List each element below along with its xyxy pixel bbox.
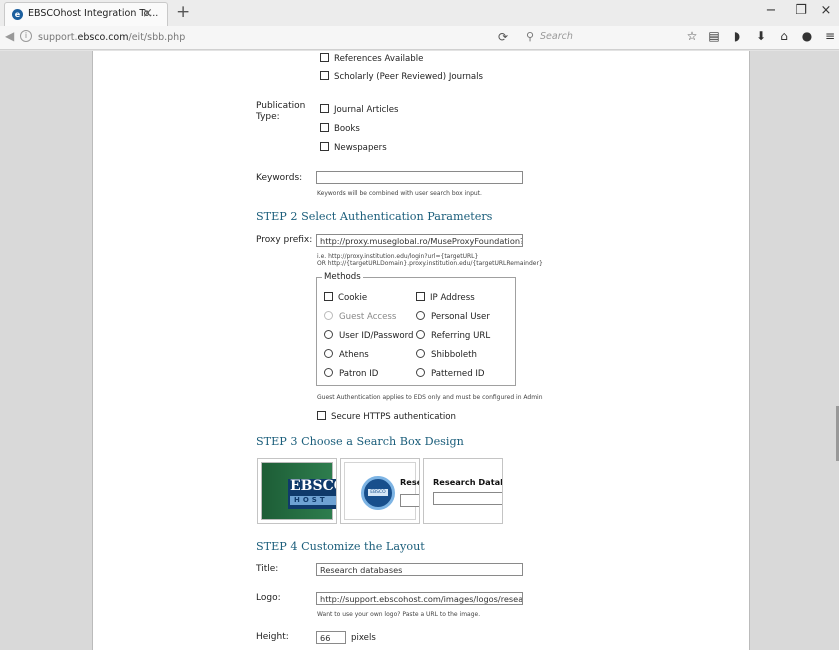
logo-label: Logo: xyxy=(256,593,281,603)
proxy-hint-1: i.e. http://proxy.institution.edu/login?… xyxy=(317,253,479,260)
shibboleth-radio[interactable]: Shibboleth xyxy=(416,349,477,360)
search-box-design-1[interactable]: EBSCO HOST xyxy=(257,458,337,524)
proxy-prefix-label: Proxy prefix: xyxy=(256,235,313,245)
search-placeholder: Search xyxy=(540,31,573,42)
height-label: Height: xyxy=(256,632,289,642)
url-prefix: support. xyxy=(38,32,78,43)
download-icon[interactable]: ⬇ xyxy=(752,29,770,43)
minimize-button[interactable]: − xyxy=(759,3,783,18)
bookmark-star-icon[interactable]: ☆ xyxy=(683,29,701,43)
newspapers-checkbox[interactable]: Newspapers xyxy=(320,142,387,153)
url-domain: ebsco.com xyxy=(77,32,129,43)
step3-heading: STEP 3 Choose a Search Box Design xyxy=(256,435,464,448)
user-id-password-radio[interactable]: User ID/Password xyxy=(324,330,414,341)
new-tab-button[interactable]: + xyxy=(176,2,190,22)
references-available-checkbox[interactable]: References Available xyxy=(320,53,423,64)
guest-auth-note: Guest Authentication applies to EDS only… xyxy=(317,394,543,401)
referring-url-radio[interactable]: Referring URL xyxy=(416,330,490,341)
search-input[interactable]: ⚲ Search xyxy=(520,29,670,46)
search-icon: ⚲ xyxy=(526,30,535,43)
browser-tab[interactable]: e EBSCOhost Integration To... × xyxy=(4,2,168,26)
address-bar[interactable]: support.ebsco.com/eit/sbb.php xyxy=(38,32,185,43)
page-viewport: References Available Scholarly (Peer Rev… xyxy=(0,51,839,650)
methods-fieldset: Methods Cookie IP Address Guest Access P… xyxy=(316,272,516,386)
extension-icon[interactable]: ● xyxy=(798,29,816,43)
home-icon[interactable]: ⌂ xyxy=(775,29,793,43)
step2-heading: STEP 2 Select Authentication Parameters xyxy=(256,210,493,223)
keywords-hint: Keywords will be combined with user sear… xyxy=(317,190,482,197)
logo-url-input[interactable]: http://support.ebscohost.com/images/logo… xyxy=(316,592,523,605)
navigation-bar: ◀ i support.ebsco.com/eit/sbb.php ⟳ ⚲ Se… xyxy=(0,26,839,50)
pocket-icon[interactable]: ◗ xyxy=(728,29,746,43)
athens-radio[interactable]: Athens xyxy=(324,349,369,360)
secure-https-checkbox[interactable]: Secure HTTPS authentication xyxy=(317,411,456,422)
publication-type-label: Publication Type: xyxy=(256,101,306,122)
design-3-input xyxy=(433,492,502,505)
close-window-button[interactable]: × xyxy=(814,3,838,18)
design-2-input xyxy=(400,494,419,507)
search-box-design-2[interactable]: EBSCO Resea xyxy=(340,458,420,524)
ebsco-badge-icon: EBSCO xyxy=(361,476,395,510)
height-unit: pixels xyxy=(351,633,376,643)
height-input[interactable]: 66 xyxy=(316,631,346,644)
cookie-checkbox[interactable]: Cookie xyxy=(324,292,367,303)
info-icon[interactable]: i xyxy=(20,30,32,42)
title-bar: e EBSCOhost Integration To... × + − ❐ × xyxy=(0,0,839,26)
patron-id-radio[interactable]: Patron ID xyxy=(324,368,378,379)
books-checkbox[interactable]: Books xyxy=(320,123,360,134)
title-input[interactable]: Research databases xyxy=(316,563,523,576)
logo-hint: Want to use your own logo? Paste a URL t… xyxy=(317,611,481,618)
keywords-input[interactable] xyxy=(316,171,523,184)
restore-button[interactable]: ❐ xyxy=(789,3,813,18)
back-arrow-icon[interactable]: ◀ xyxy=(5,29,14,43)
keywords-label: Keywords: xyxy=(256,173,303,183)
patterned-id-radio[interactable]: Patterned ID xyxy=(416,368,485,379)
search-box-design-3[interactable]: Research Databa xyxy=(423,458,503,524)
methods-legend: Methods xyxy=(322,272,363,282)
journal-articles-checkbox[interactable]: Journal Articles xyxy=(320,104,399,115)
step4-heading: STEP 4 Customize the Layout xyxy=(256,540,425,553)
proxy-hint-2: OR http://{targetURLDomain}.proxy.instit… xyxy=(317,260,543,267)
scholarly-journals-checkbox[interactable]: Scholarly (Peer Reviewed) Journals xyxy=(320,71,483,82)
ebsco-favicon-icon: e xyxy=(12,9,23,20)
proxy-prefix-input[interactable]: http://proxy.museglobal.ro/MuseProxyFoun… xyxy=(316,234,523,247)
design-3-heading: Research Databa xyxy=(433,477,502,487)
design-2-heading: Resea xyxy=(400,477,419,487)
host-logo-text: HOST xyxy=(290,496,336,505)
ip-address-checkbox[interactable]: IP Address xyxy=(416,292,475,303)
tab-title: EBSCOhost Integration To... xyxy=(28,8,159,19)
personal-user-radio[interactable]: Personal User xyxy=(416,311,490,322)
title-label: Title: xyxy=(256,564,279,574)
url-path: /eit/sbb.php xyxy=(128,32,186,43)
reload-icon[interactable]: ⟳ xyxy=(498,30,508,44)
content-column: References Available Scholarly (Peer Rev… xyxy=(93,51,750,650)
tab-close-icon[interactable]: × xyxy=(142,6,153,21)
ebsco-logo-text: EBSCO xyxy=(290,478,336,494)
menu-icon[interactable]: ≡ xyxy=(821,29,839,43)
reading-list-icon[interactable]: ▤ xyxy=(705,29,723,43)
guest-access-radio[interactable]: Guest Access xyxy=(324,311,396,322)
